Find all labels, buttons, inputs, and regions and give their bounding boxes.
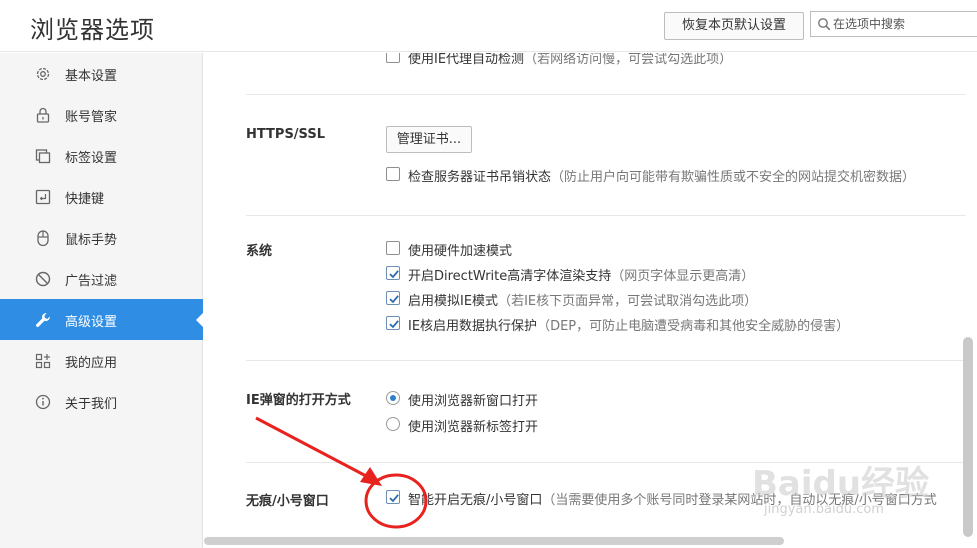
vertical-scrollbar[interactable]: [963, 337, 973, 537]
sidebar-item-basic[interactable]: 基本设置: [0, 53, 203, 94]
option-label: 使用浏览器新窗口打开: [408, 394, 539, 409]
apps-icon: [35, 353, 51, 369]
option-label: IE核启用数据执行保护: [408, 319, 538, 334]
checkmark-icon: [389, 320, 399, 329]
sidebar-item-label: 账号管家: [65, 110, 118, 125]
option-label: 使用硬件加速模式: [408, 244, 513, 259]
option-label: 使用IE代理自动检测: [408, 53, 525, 67]
option-label: 开启DirectWrite高清字体渲染支持: [408, 269, 612, 284]
divider: [246, 94, 966, 95]
section-title-incognito: 无痕/小号窗口: [246, 494, 329, 509]
checkmark-icon: [389, 295, 399, 304]
horizontal-scrollbar[interactable]: [204, 537, 784, 545]
checkbox-checked[interactable]: [386, 316, 400, 330]
search-input[interactable]: [833, 14, 973, 34]
sidebar-item-my-apps[interactable]: 我的应用: [0, 340, 203, 381]
sidebar-item-label: 广告过滤: [65, 274, 118, 289]
manage-certificates-button[interactable]: 管理证书...: [386, 126, 472, 153]
checkbox-checked[interactable]: [386, 266, 400, 280]
sidebar-item-label: 基本设置: [65, 69, 118, 84]
checkmark-icon: [389, 494, 399, 503]
gear-icon: [36, 67, 50, 81]
checkbox[interactable]: [386, 167, 400, 181]
watermark-brand: Baidu经验: [752, 464, 930, 504]
option-hint: （网页字体显示更高清）: [611, 269, 755, 284]
checkbox-checked[interactable]: [386, 490, 400, 504]
option-label: 启用模拟IE模式: [408, 294, 499, 309]
browser-options-window: 浏览器选项 恢复本页默认设置 基本设置 账号管家: [0, 0, 977, 548]
watermark: Baidu经验 jingyan.baidu.com: [752, 456, 962, 536]
option-hint: （若IE核下页面异常，可尝试取消勾选此项）: [498, 294, 758, 309]
sidebar-item-ad-filter[interactable]: 广告过滤: [0, 258, 203, 299]
info-icon: [35, 394, 51, 410]
block-icon: [35, 271, 51, 287]
option-hint: （DEP，可防止电脑遭受病毒和其他安全威胁的侵害）: [537, 319, 850, 334]
divider: [246, 215, 966, 216]
watermark-url: jingyan.baidu.com: [764, 502, 884, 517]
sidebar: 基本设置 账号管家 标签设置 快捷键 鼠标手势 广告过滤 高级设置 我的应用 关…: [0, 53, 204, 548]
divider: [246, 360, 966, 361]
radio[interactable]: [386, 417, 400, 431]
section-title-system: 系统: [246, 244, 273, 259]
sidebar-item-about[interactable]: 关于我们: [0, 381, 203, 422]
checkbox[interactable]: [386, 53, 400, 63]
checkbox-checked[interactable]: [386, 291, 400, 305]
sidebar-item-mouse-gestures[interactable]: 鼠标手势: [0, 217, 203, 258]
option-label: 智能开启无痕/小号窗口: [408, 493, 543, 508]
sidebar-item-label: 鼠标手势: [65, 233, 118, 248]
sidebar-item-label: 高级设置: [65, 315, 118, 330]
sidebar-item-account[interactable]: 账号管家: [0, 94, 203, 135]
sidebar-item-advanced[interactable]: 高级设置: [0, 299, 204, 340]
option-hint: （若网络访问慢，可尝试勾选此项）: [524, 53, 733, 67]
search-icon: [818, 18, 831, 31]
mouse-icon: [37, 230, 49, 247]
option-hint: （防止用户向可能带有欺骗性质或不安全的网站提交机密数据）: [551, 170, 916, 185]
header: 浏览器选项 恢复本页默认设置: [0, 0, 977, 52]
checkmark-icon: [389, 270, 399, 279]
search-box[interactable]: [810, 11, 977, 37]
wrench-icon: [36, 313, 50, 327]
section-title-https: HTTPS/SSL: [246, 127, 325, 142]
reset-defaults-button[interactable]: 恢复本页默认设置: [664, 12, 804, 40]
section-title-ie-popup: IE弹窗的打开方式: [246, 393, 351, 408]
tabs-icon: [35, 149, 51, 164]
page-title: 浏览器选项: [30, 16, 155, 44]
sidebar-item-label: 标签设置: [65, 151, 118, 166]
sidebar-item-label: 我的应用: [65, 356, 118, 371]
sidebar-item-shortcuts[interactable]: 快捷键: [0, 176, 203, 217]
option-label: 检查服务器证书吊销状态: [408, 170, 552, 185]
lock-icon: [36, 107, 50, 123]
sidebar-item-label: 关于我们: [65, 397, 118, 412]
sidebar-item-label: 快捷键: [65, 192, 105, 207]
keyboard-icon: [35, 189, 51, 205]
sidebar-item-tabs[interactable]: 标签设置: [0, 135, 203, 176]
option-label: 使用浏览器新标签打开: [408, 420, 539, 435]
checkbox[interactable]: [386, 241, 400, 255]
radio-selected[interactable]: [386, 391, 400, 405]
